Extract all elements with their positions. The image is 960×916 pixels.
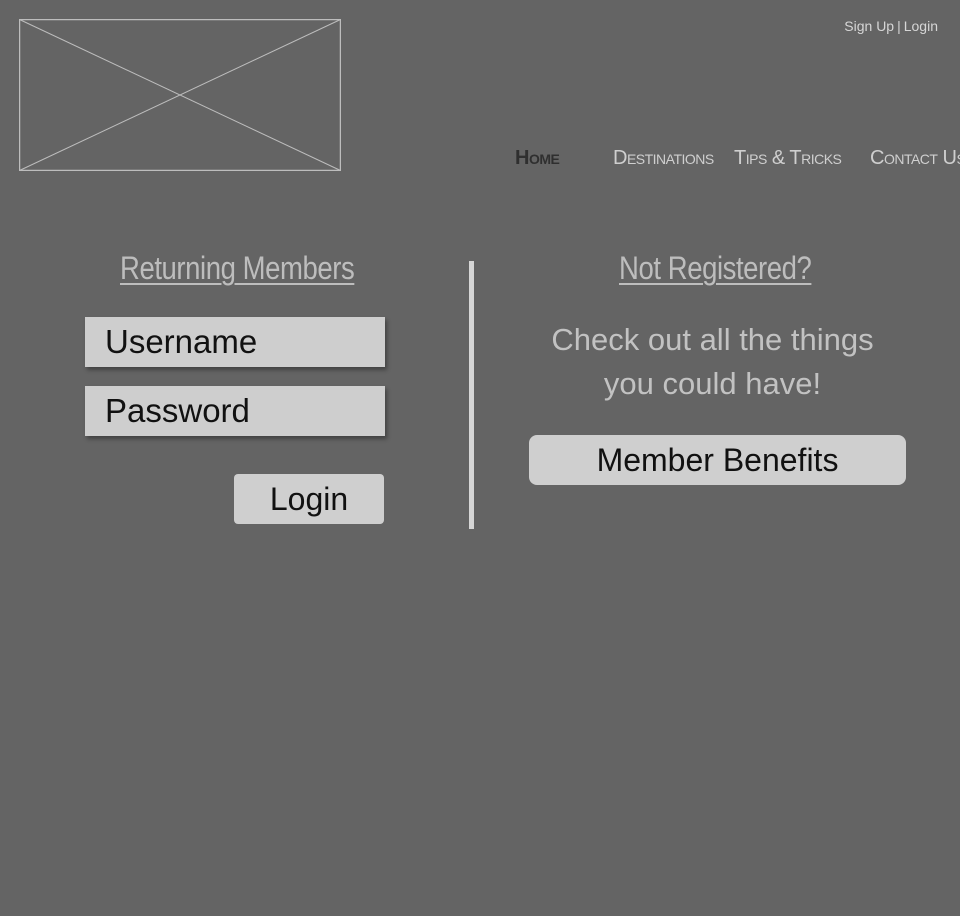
sign-up-link[interactable]: Sign Up (844, 18, 894, 34)
auth-links: Sign Up | Login (844, 18, 938, 34)
promo-line-1: Check out all the things (551, 322, 874, 357)
username-input[interactable] (85, 317, 385, 367)
nav-item-contact-us[interactable]: Contact Us (870, 147, 960, 170)
promo-line-2: you could have! (603, 366, 822, 401)
not-registered-title: Not Registered? (619, 250, 812, 286)
returning-members-title: Returning Members (120, 250, 355, 286)
nav-item-destinations[interactable]: Destinations (613, 147, 714, 170)
nav-item-tips-tricks[interactable]: Tips & Tricks (734, 147, 842, 170)
password-input[interactable] (85, 386, 385, 436)
promo-text: Check out all the things you could have! (500, 318, 925, 406)
nav-item-home[interactable]: Home (515, 147, 560, 170)
member-benefits-button[interactable]: Member Benefits (529, 435, 906, 485)
column-divider (469, 261, 474, 529)
auth-separator: | (897, 18, 901, 34)
login-button[interactable]: Login (234, 474, 384, 524)
login-link[interactable]: Login (904, 18, 938, 34)
main-nav: Home Destinations Tips & Tricks Contact … (0, 147, 960, 175)
